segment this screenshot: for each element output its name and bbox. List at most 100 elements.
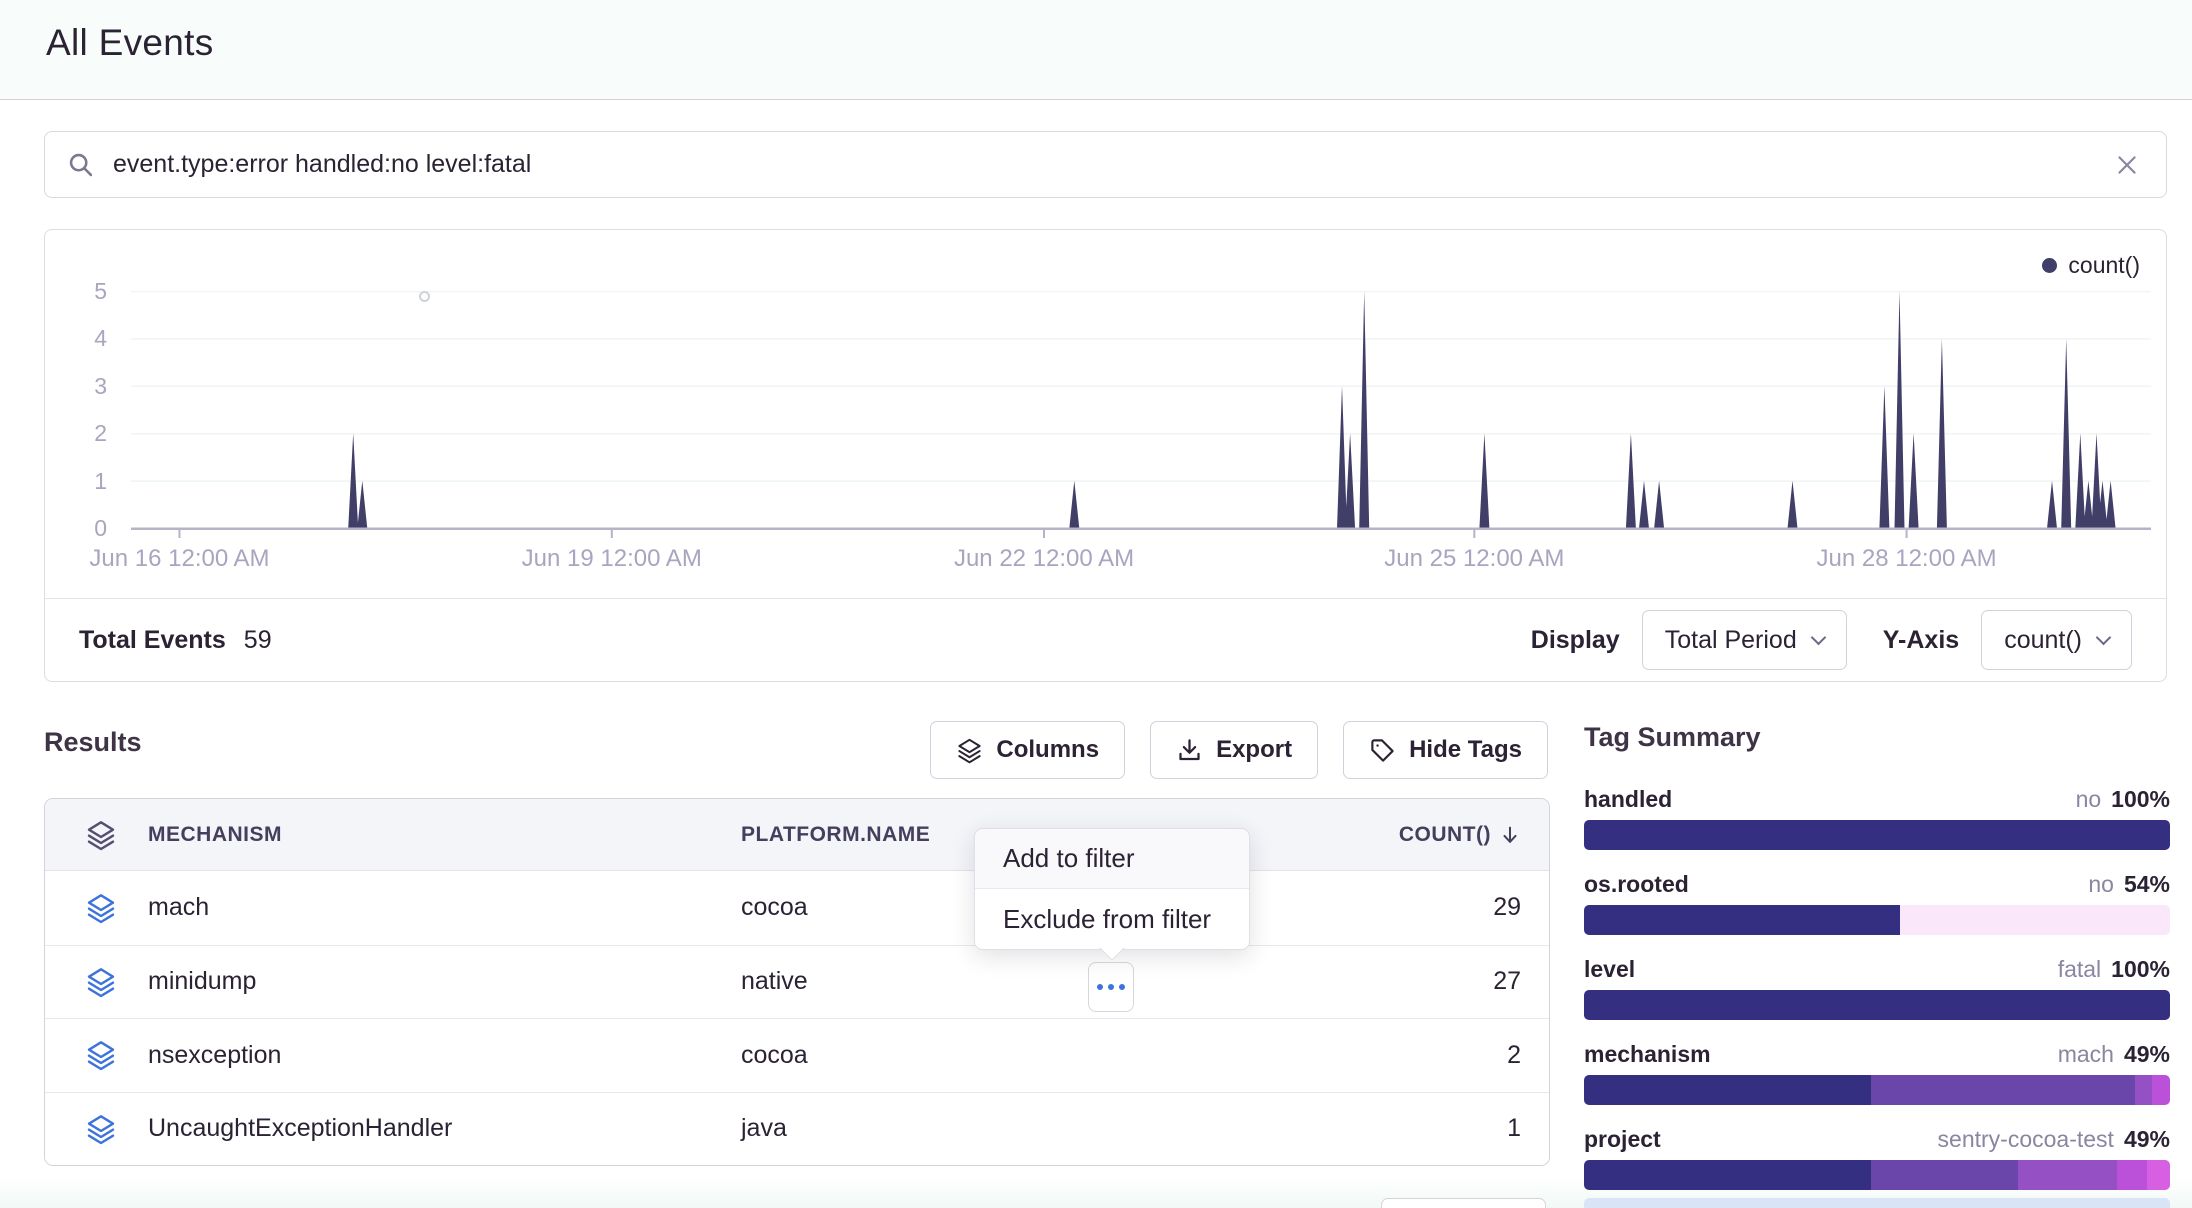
- header-count[interactable]: COUNT(): [1389, 823, 1549, 847]
- header-mechanism[interactable]: MECHANISM: [148, 823, 741, 847]
- tag-bar-segment: [1584, 1075, 1871, 1105]
- ellipsis-icon: [1097, 984, 1103, 990]
- top-bar: All Events: [0, 0, 2192, 100]
- table-header: MECHANISM PLATFORM.NAME COUNT(): [45, 799, 1549, 871]
- table-row[interactable]: minidumpnative27: [45, 945, 1549, 1019]
- results-title: Results: [44, 727, 142, 758]
- chart-footer: Total Events 59 Display Total Period Y-A…: [45, 598, 2166, 681]
- yaxis-dropdown-value: count(): [2004, 626, 2082, 655]
- yaxis-label: Y-Axis: [1883, 626, 1959, 655]
- tag-name: os.rooted: [1584, 871, 1689, 898]
- tag-bar-segment: [1871, 1075, 2135, 1105]
- stack-icon[interactable]: [85, 819, 117, 851]
- sort-desc-icon: [1499, 824, 1521, 846]
- tag-bar-segment: [1871, 1160, 2018, 1190]
- tag-distribution-bar[interactable]: [1584, 905, 2170, 935]
- display-dropdown[interactable]: Total Period: [1642, 610, 1847, 670]
- tag-top-value: no: [2088, 871, 2114, 898]
- total-events-value: 59: [244, 626, 272, 655]
- tag-percent: 49%: [2124, 1041, 2170, 1068]
- x-axis-tick-label: Jun 22 12:00 AM: [954, 545, 1134, 573]
- y-axis-tick-label: 1: [59, 467, 107, 495]
- search-input[interactable]: [111, 149, 2110, 180]
- tag-bar-segment: [2117, 1160, 2146, 1190]
- x-axis-tick-label: Jun 28 12:00 AM: [1817, 545, 1997, 573]
- tag-distribution-bar[interactable]: [1584, 990, 2170, 1020]
- tag-bar-segment: [2147, 1160, 2170, 1190]
- results-actions: Columns Export Hide Tags: [930, 721, 1548, 779]
- clear-search-button[interactable]: [2110, 148, 2144, 182]
- table-row[interactable]: UncaughtExceptionHandlerjava1: [45, 1092, 1549, 1166]
- pagination-button-partial[interactable]: [1381, 1198, 1546, 1208]
- table-row[interactable]: nsexceptioncocoa2: [45, 1018, 1549, 1092]
- tag-top-value: mach: [2058, 1041, 2114, 1068]
- page-title: All Events: [46, 22, 214, 64]
- tag-bar-segment: [1584, 905, 1900, 935]
- table-body: machcocoa29minidumpnative27nsexceptionco…: [45, 871, 1549, 1165]
- all-events-page: All Events count() Total Events 59 Displ…: [0, 0, 2192, 1208]
- display-label: Display: [1531, 626, 1620, 655]
- tag-percent: 54%: [2124, 871, 2170, 898]
- tag-bar-segment: [2018, 1160, 2118, 1190]
- cell-count: 2: [1389, 1041, 1549, 1070]
- y-axis-tick-label: 5: [59, 277, 107, 305]
- tag-row: mechanismmach49%: [1584, 1035, 2170, 1115]
- tag-name: handled: [1584, 786, 1672, 813]
- cell-mechanism[interactable]: mach: [148, 893, 741, 922]
- tag-distribution-bar[interactable]: [1584, 1160, 2170, 1190]
- tag-distribution-bar[interactable]: [1584, 820, 2170, 850]
- menu-item-add-to-filter[interactable]: Add to filter: [975, 829, 1249, 889]
- stack-icon: [85, 966, 117, 998]
- tag-bar-segment: [1584, 820, 2170, 850]
- tag-bar-segment: [1900, 905, 2170, 935]
- ellipsis-icon: [1108, 984, 1114, 990]
- search-icon: [67, 151, 95, 179]
- y-axis-tick-label: 2: [59, 419, 107, 447]
- tag-name: project: [1584, 1126, 1661, 1153]
- chart-legend[interactable]: count(): [2042, 252, 2140, 279]
- more-actions-button[interactable]: [1088, 962, 1134, 1012]
- cell-context-menu: Add to filter Exclude from filter: [974, 828, 1250, 950]
- stack-icon: [85, 1039, 117, 1071]
- columns-button[interactable]: Columns: [930, 721, 1125, 779]
- export-button[interactable]: Export: [1150, 721, 1318, 779]
- tag-percent: 49%: [2124, 1126, 2170, 1153]
- cell-platform-name[interactable]: cocoa: [741, 1041, 1389, 1070]
- x-axis-tick-label: Jun 19 12:00 AM: [522, 545, 702, 573]
- events-chart-panel: count() Total Events 59 Display Total Pe…: [44, 229, 2167, 682]
- close-icon: [2114, 152, 2140, 178]
- results-table: MECHANISM PLATFORM.NAME COUNT() machcoco…: [44, 798, 1550, 1166]
- cell-mechanism[interactable]: nsexception: [148, 1041, 741, 1070]
- y-axis-tick-label: 3: [59, 372, 107, 400]
- x-axis-tick-label: Jun 25 12:00 AM: [1384, 545, 1564, 573]
- chart-plot: [131, 291, 2151, 538]
- ellipsis-icon: [1119, 984, 1125, 990]
- tag-bar-segment: [1584, 990, 2170, 1020]
- table-row[interactable]: machcocoa29: [45, 871, 1549, 945]
- cell-count: 27: [1389, 967, 1549, 996]
- tag-bar-partial: [1584, 1198, 2170, 1208]
- tag-percent: 100%: [2111, 786, 2170, 813]
- tag-row: levelfatal100%: [1584, 950, 2170, 1030]
- tag-row: projectsentry-cocoa-test49%: [1584, 1120, 2170, 1200]
- tag-distribution-bar[interactable]: [1584, 1075, 2170, 1105]
- download-icon: [1176, 737, 1203, 764]
- stack-icon: [956, 737, 983, 764]
- stack-icon: [85, 892, 117, 924]
- cell-mechanism[interactable]: minidump: [148, 967, 741, 996]
- cell-platform-name[interactable]: java: [741, 1114, 1389, 1143]
- cell-platform-name[interactable]: native: [741, 967, 1389, 996]
- cell-mechanism[interactable]: UncaughtExceptionHandler: [148, 1114, 741, 1143]
- tag-bar-segment: [2152, 1075, 2170, 1105]
- tag-top-value: fatal: [2058, 956, 2101, 983]
- yaxis-dropdown[interactable]: count(): [1981, 610, 2132, 670]
- hide-tags-button-label: Hide Tags: [1409, 736, 1522, 764]
- legend-dot: [2042, 258, 2057, 273]
- hide-tags-button[interactable]: Hide Tags: [1343, 721, 1548, 779]
- tag-row: os.rooted no 54%: [1584, 865, 2170, 945]
- chart-plot-area: [131, 291, 2151, 538]
- tag-bar-segment: [1584, 1160, 1871, 1190]
- tag-icon: [1369, 737, 1396, 764]
- legend-label: count(): [2068, 252, 2140, 279]
- x-axis-tick-label: Jun 16 12:00 AM: [89, 545, 269, 573]
